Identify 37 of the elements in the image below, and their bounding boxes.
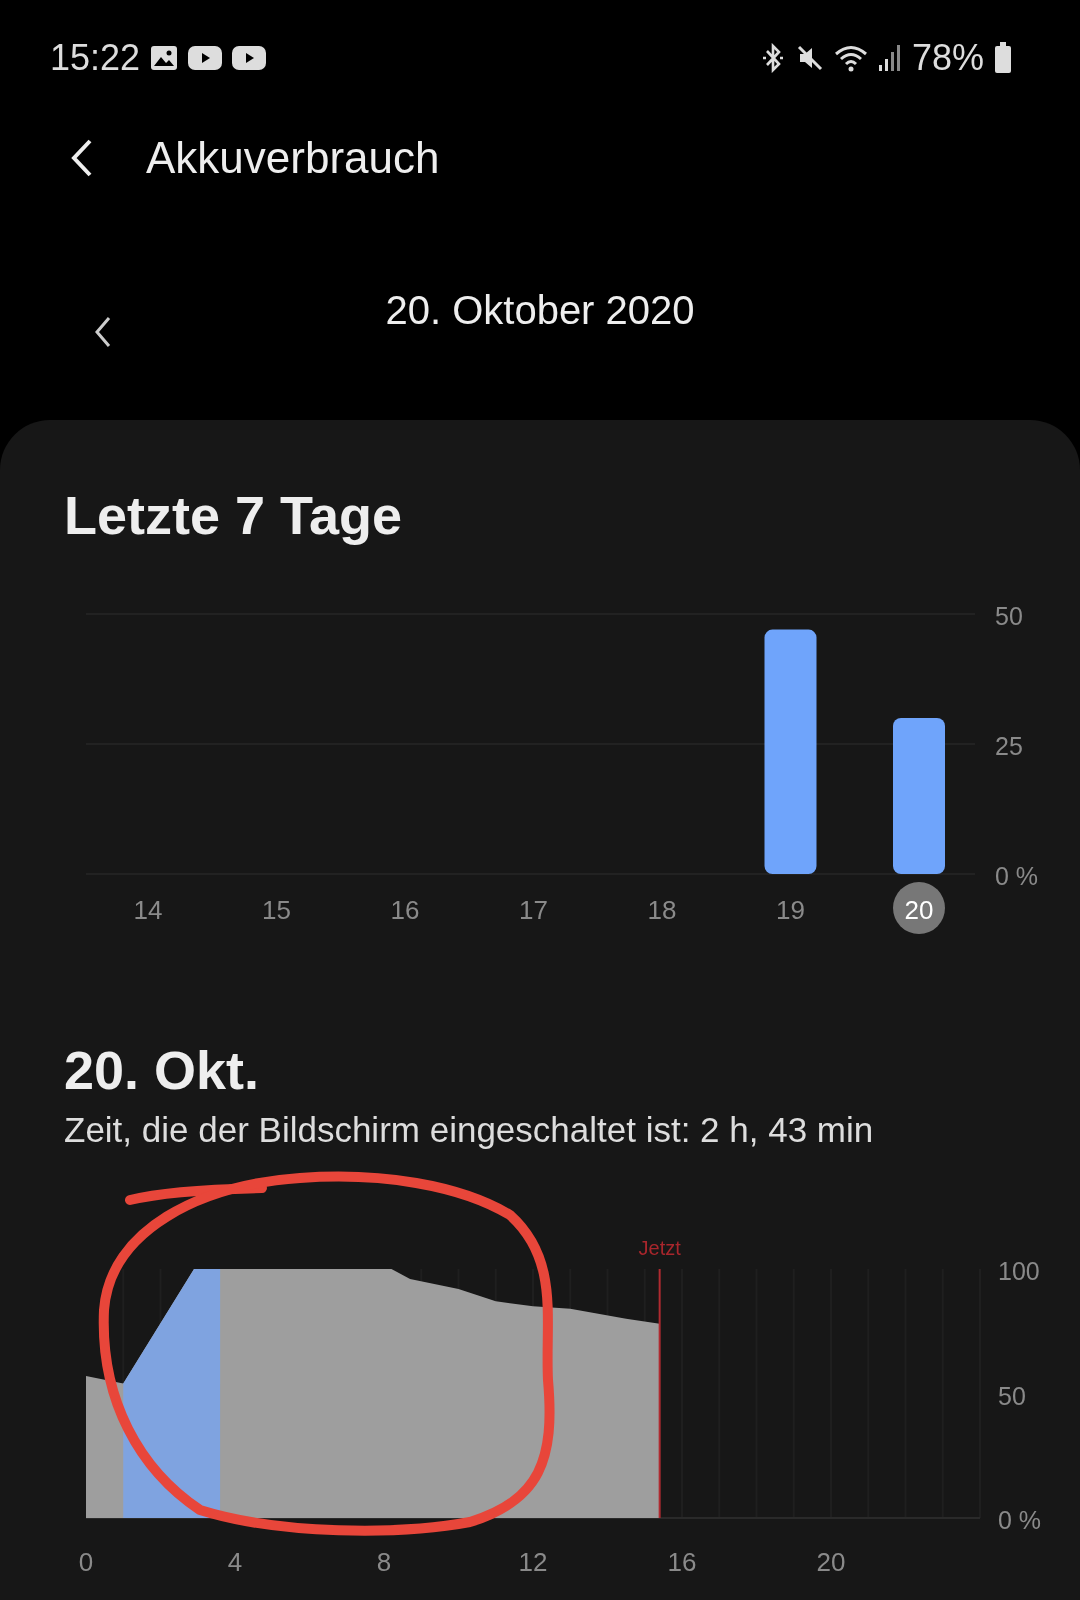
- page-title: Akkuverbrauch: [146, 132, 440, 183]
- axis-label: 16: [667, 1547, 697, 1575]
- play-icon: [188, 44, 223, 71]
- battery-percentage: 78%: [911, 36, 984, 79]
- axis-label: 12: [518, 1547, 548, 1575]
- clock: 15:22: [50, 36, 141, 79]
- axis-label: 0 %: [995, 862, 1039, 890]
- selected-day-label[interactable]: 20: [893, 882, 945, 934]
- x-tick-label: 20: [904, 895, 934, 925]
- previous-icon[interactable]: [94, 316, 112, 348]
- axis-label: 50: [998, 1381, 1026, 1410]
- day-label[interactable]: 14: [133, 895, 163, 925]
- day-label[interactable]: 19: [776, 895, 805, 925]
- signal-icon: [877, 43, 902, 72]
- section-title: 20. Okt.: [63, 1039, 261, 1102]
- axis-label: 8: [376, 1547, 392, 1575]
- day-label[interactable]: 16: [390, 895, 420, 925]
- day-label[interactable]: 15: [262, 895, 291, 925]
- axis-label: 20: [816, 1547, 846, 1575]
- section-title: Letzte 7 Tage: [63, 484, 404, 547]
- date-label: 20. Oktober 2020: [385, 287, 695, 333]
- screen-time-text: Zeit, die der Bildschirm eingeschaltet ist: 2 h, 43 min: [63, 1109, 875, 1151]
- axis-label: 50: [995, 602, 1023, 630]
- gallery-icon: [150, 44, 179, 71]
- back-icon[interactable]: [70, 137, 94, 178]
- axis-label: 100: [998, 1257, 1040, 1285]
- mute-icon: [795, 43, 824, 72]
- day-label[interactable]: 18: [647, 895, 677, 925]
- day-label[interactable]: 17: [519, 895, 548, 925]
- axis-label: 0 %: [998, 1506, 1042, 1534]
- battery-icon: [994, 41, 1012, 74]
- now-label: Jetzt: [638, 1237, 681, 1259]
- axis-label: 25: [995, 732, 1023, 760]
- play-icon: [232, 44, 267, 71]
- axis-label: 4: [227, 1547, 243, 1575]
- axis-label: 0: [78, 1547, 94, 1575]
- wifi-icon: [833, 43, 868, 72]
